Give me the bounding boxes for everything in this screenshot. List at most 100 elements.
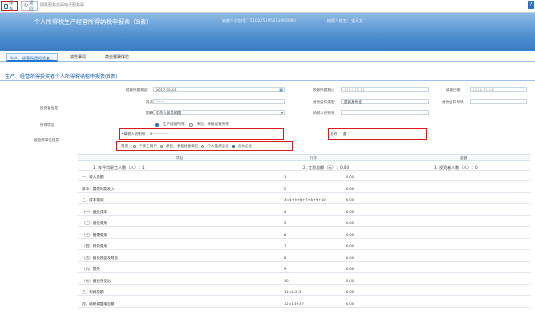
name-input[interactable]: ·······: [153, 99, 285, 104]
row-item: 其中：国债利息收入: [82, 186, 115, 191]
row-amount[interactable]: 0.00: [346, 302, 354, 306]
meta-2: 3. 投资者人数（人）：0: [434, 165, 478, 171]
id-no-label: 身份证件号码: [442, 100, 464, 104]
meta-label: 1. 年平均职工人数（人）：: [93, 165, 143, 170]
meta-value[interactable]: 1: [142, 165, 145, 170]
id-type-label: 身份证件类型: [313, 100, 335, 104]
row-line: 2: [284, 186, 287, 191]
tab-bar: 生产、经营所得投资者... 减免事项 商业健康保险: [0, 51, 535, 62]
row-item: （六）损失: [82, 267, 100, 271]
header-id-value: 510225195212091800: [250, 18, 296, 23]
row-line: 8: [284, 255, 287, 260]
table-meta-row: 1. 年平均职工人数（人）：1 2. 工资总额（元）：0.00 3. 投资者人数…: [78, 163, 530, 171]
period-end-input[interactable]: 2017-12-31: [341, 87, 429, 92]
row-item: （四）财务费用: [82, 244, 108, 248]
calendar-icon[interactable]: ▦: [279, 87, 283, 92]
save-label: 保存: [9, 0, 14, 11]
unit-id-label: *纳税人识别号: [122, 132, 146, 136]
row-item: （三）管理费用: [82, 232, 108, 237]
row-line: 7: [284, 244, 287, 248]
period-start-label: 税款所属期起: [126, 88, 148, 92]
unit-id-value[interactable]: 9··············: [150, 132, 168, 136]
row-amount[interactable]: 0.00: [346, 221, 354, 225]
period-start-value: 2017-01-01: [156, 88, 177, 92]
nationality-value: 中华人民共和国: [156, 111, 182, 115]
tab-relief[interactable]: 减免事项: [70, 54, 86, 60]
unit-info-label: 被投资单位信息: [34, 138, 60, 142]
radio-opt2-label: 承包、承租经营所得: [196, 122, 229, 126]
save-button[interactable]: 保存: [1, 0, 18, 11]
back-button[interactable]: ↻ 返回: [21, 0, 38, 11]
meta-label: 2. 工资总额（元）：: [303, 165, 341, 170]
row-item: （七）营业外支出: [82, 278, 111, 283]
radio-type-2[interactable]: [201, 145, 205, 148]
unit-name-value[interactable]: 善: [343, 132, 347, 137]
radio-type-0[interactable]: [133, 145, 136, 148]
table-row: （七）营业外支出 10 0.00: [78, 277, 530, 285]
income-item-label: 所得项目: [40, 123, 55, 127]
table-row: 四、纳税调整增加额 12=13+27 0.00: [78, 300, 530, 308]
row-line: 1: [284, 175, 287, 179]
table-row: 一、收入总额 1 0.00: [78, 173, 530, 181]
col-line: 行次: [310, 156, 318, 160]
id-no-input[interactable]: [470, 99, 527, 104]
unit-name-label: 名称: [330, 132, 338, 136]
toolbar: 保存 ↻ 返回 国家税务总局电子税务局 ?: [0, 0, 535, 13]
header-taxpayer-id: 纳税人识别号：510225195212091800: [222, 18, 296, 24]
id-type-input[interactable]: 居民身份证: [341, 99, 429, 104]
row-amount[interactable]: 0.00: [346, 210, 354, 214]
meta-value[interactable]: 0: [475, 165, 478, 170]
type-opt-2: 个人独资企业: [207, 144, 229, 148]
row-line: 6: [284, 232, 287, 237]
period-start-input[interactable]: 2017-01-01 ▦: [153, 87, 285, 92]
back-label: 返回: [29, 0, 34, 11]
chevron-down-icon[interactable]: ▾: [281, 110, 283, 115]
type-opt-0: 个体工商户: [139, 144, 157, 148]
meta-0: 1. 年平均职工人数（人）：1: [93, 165, 145, 171]
row-amount[interactable]: 0.00: [346, 175, 354, 179]
col-item: 项目: [176, 156, 184, 160]
radio-checked[interactable]: [155, 122, 159, 127]
nationality-input[interactable]: 中华人民共和国 ▾: [153, 110, 285, 115]
table-row: （五）营业税金及附加 8 0.00: [78, 254, 530, 262]
save-icon: [4, 3, 9, 9]
tab-health-insurance[interactable]: 商业健康保险: [105, 54, 129, 60]
header-name-label: 纳税人姓名：: [327, 18, 351, 23]
row-item: （五）营业税金及附加: [82, 255, 118, 260]
row-amount[interactable]: 0.00: [346, 187, 354, 191]
radio-type-3[interactable]: [231, 145, 235, 148]
row-amount[interactable]: 0.00: [346, 244, 354, 248]
id-type-value: 居民身份证: [344, 100, 362, 104]
taxpayer-id-input[interactable]: [341, 110, 429, 115]
table-row: 二、成本费用 3=4+5+6+7+8+9+10 0.00: [78, 196, 530, 204]
radio-type-1[interactable]: [159, 145, 163, 148]
row-item: （一）营业成本: [82, 209, 108, 214]
row-amount[interactable]: 0.00: [346, 279, 354, 283]
table-row: （三）管理费用 6 0.00: [78, 231, 530, 239]
table-head: 项目 行次 金额: [78, 154, 530, 161]
fill-date-input[interactable]: 2018-11-08: [470, 87, 527, 92]
tab-investor-form[interactable]: 生产、经营所得投资者...: [6, 53, 58, 62]
row-amount[interactable]: 0.00: [346, 267, 354, 271]
row-amount[interactable]: 0.00: [346, 290, 354, 294]
fill-date-label: 填报日期: [446, 88, 461, 92]
header-id-label: 纳税人识别号：: [222, 18, 250, 23]
meta-value[interactable]: 0.00: [340, 165, 349, 170]
type-opt-1: 承包、承租经营单位: [165, 144, 199, 148]
page-title: 个人所得税生产经营所得纳税申报表（B表）: [34, 19, 153, 26]
name-value: ·······: [156, 100, 164, 104]
row-item: 三、利润总额: [82, 290, 104, 294]
row-item: 四、纳税调整增加额: [82, 301, 115, 306]
taxpayer-id-label: 纳税人识别号: [313, 111, 335, 115]
help-icon[interactable]: ?: [528, 1, 534, 9]
row-amount[interactable]: 0.00: [346, 233, 354, 237]
row-line: 11=1-2-3: [284, 290, 302, 294]
row-line: 9: [284, 267, 287, 271]
unit-type-radio: 个体工商户 承包、承租经营单位 个人独资企业 合伙企业: [133, 144, 252, 149]
row-amount[interactable]: 0.00: [346, 256, 354, 260]
row-line: 12=13+27: [284, 301, 304, 306]
meta-1: 2. 工资总额（元）：0.00: [303, 165, 349, 171]
form-subtitle: 生产、经营所得投资者个人所得税纳税申报表(B表): [5, 74, 118, 80]
radio-unchecked[interactable]: [188, 122, 193, 127]
row-amount[interactable]: 0.00: [346, 198, 354, 202]
